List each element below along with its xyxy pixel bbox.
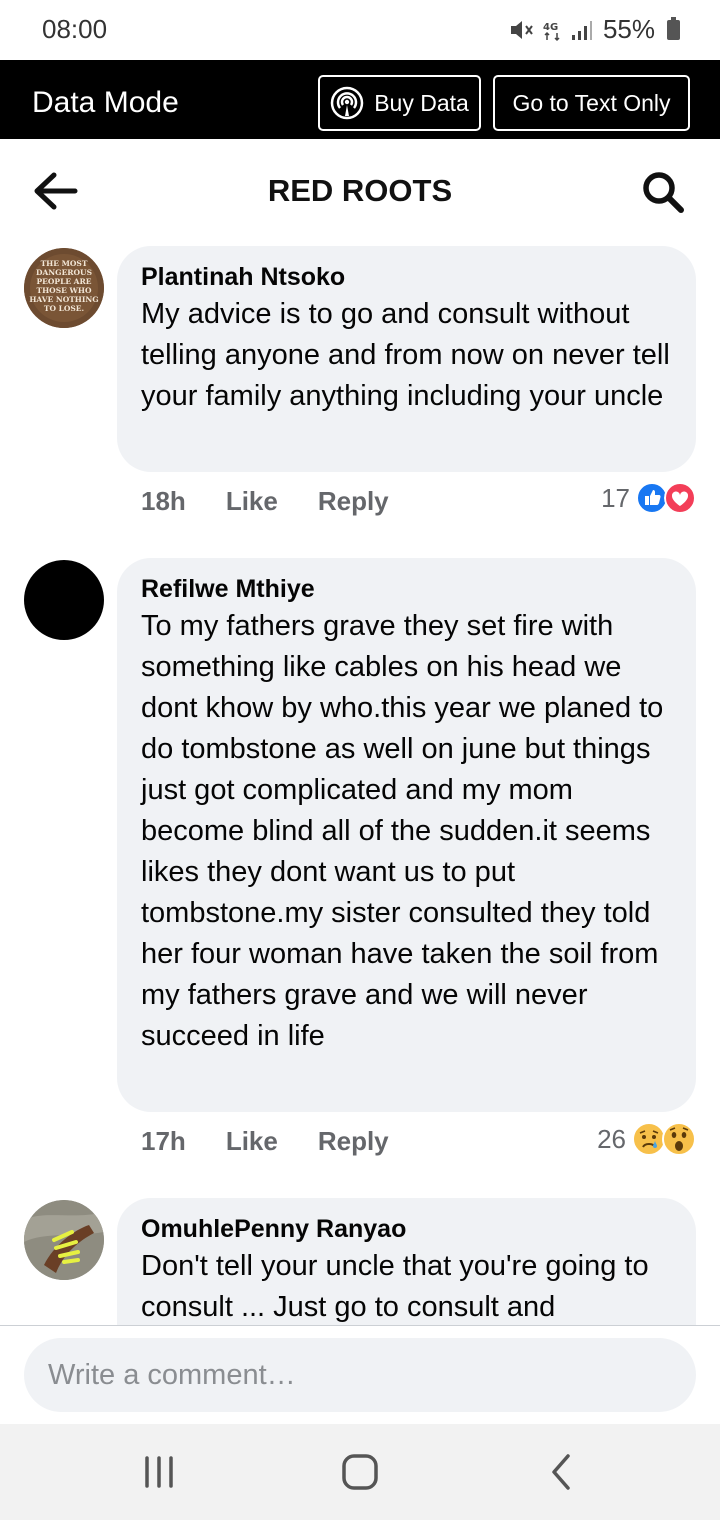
svg-text:HAVE NOTHING: HAVE NOTHING (29, 295, 98, 304)
comment-time: 18h (141, 486, 186, 516)
home-icon[interactable] (340, 1452, 380, 1492)
svg-text:THOSE WHO: THOSE WHO (37, 286, 92, 295)
comment-bubble[interactable]: OmuhlePenny Ranyao Don't tell your uncle… (117, 1198, 696, 1325)
like-button[interactable]: Like (226, 486, 278, 517)
nav-back-icon[interactable] (542, 1452, 582, 1492)
status-icons: 4G (509, 18, 593, 42)
comment-author[interactable]: Refilwe Mthiye (141, 572, 672, 606)
like-button[interactable]: Like (226, 1126, 278, 1157)
comment-actions: 17h Like Reply (141, 1126, 389, 1157)
text-only-button[interactable]: Go to Text Only (493, 75, 690, 131)
recent-apps-icon[interactable] (139, 1452, 179, 1492)
status-right: 4G 55% (509, 14, 680, 45)
reply-button[interactable]: Reply (318, 1126, 389, 1157)
battery-icon (667, 16, 680, 40)
page-header: RED ROOTS (0, 139, 720, 243)
data-mode-bar: Data Mode Buy Data Go to Text Only (0, 60, 720, 139)
comment-bubble[interactable]: Refilwe Mthiye To my fathers grave they … (117, 558, 696, 1112)
reactions-summary[interactable]: 26 (597, 1122, 696, 1156)
text-only-label: Go to Text Only (512, 89, 671, 116)
system-nav-bar (0, 1424, 720, 1520)
avatar[interactable] (24, 560, 104, 640)
reaction-count: 26 (597, 1123, 626, 1154)
reply-button[interactable]: Reply (318, 486, 389, 517)
sad-icon (632, 1122, 666, 1156)
avatar[interactable] (24, 1200, 104, 1280)
svg-text:4G: 4G (543, 22, 558, 33)
buy-data-button[interactable]: Buy Data (318, 75, 481, 131)
avatar-image (24, 1200, 104, 1280)
mute-icon (510, 20, 533, 39)
broadcast-icon (330, 86, 364, 120)
comment-bubble[interactable]: Plantinah Ntsoko My advice is to go and … (117, 246, 696, 472)
data-mode-title: Data Mode (32, 86, 179, 119)
search-icon[interactable] (640, 169, 686, 215)
page-title: RED ROOTS (267, 173, 453, 208)
buy-data-label: Buy Data (374, 89, 469, 116)
comment-time: 17h (141, 1126, 186, 1156)
comment-item: OmuhlePenny Ranyao Don't tell your uncle… (0, 1198, 720, 1325)
svg-text:TO LOSE.: TO LOSE. (44, 304, 84, 313)
wow-icon (662, 1122, 696, 1156)
comment-composer (0, 1325, 720, 1424)
comment-actions: 18h Like Reply (141, 486, 389, 517)
love-icon (664, 482, 696, 514)
avatar[interactable]: THE MOST DANGEROUS PEOPLE ARE THOSE WHO … (24, 248, 104, 328)
signal-icon (571, 20, 592, 40)
comment-text: To my fathers grave they set fire with s… (141, 610, 664, 1052)
status-bar: 08:00 4G 55% (0, 0, 720, 60)
svg-text:PEOPLE ARE: PEOPLE ARE (37, 277, 92, 286)
comment-author[interactable]: Plantinah Ntsoko (141, 260, 672, 294)
comment-input[interactable] (24, 1338, 696, 1412)
reaction-count: 17 (601, 482, 630, 513)
avatar-image: THE MOST DANGEROUS PEOPLE ARE THOSE WHO … (24, 248, 104, 328)
comment-text: Don't tell your uncle that you're going … (141, 1250, 649, 1323)
svg-text:DANGEROUS: DANGEROUS (36, 268, 92, 277)
comment-author[interactable]: OmuhlePenny Ranyao (141, 1212, 672, 1246)
network-4g-icon: 4G (543, 22, 560, 41)
reactions-summary[interactable]: 17 (601, 482, 696, 514)
battery-percent: 55% (602, 14, 655, 44)
comment-text: My advice is to go and consult without t… (141, 298, 670, 412)
status-time: 08:00 (42, 14, 108, 44)
svg-text:THE MOST: THE MOST (41, 259, 88, 268)
